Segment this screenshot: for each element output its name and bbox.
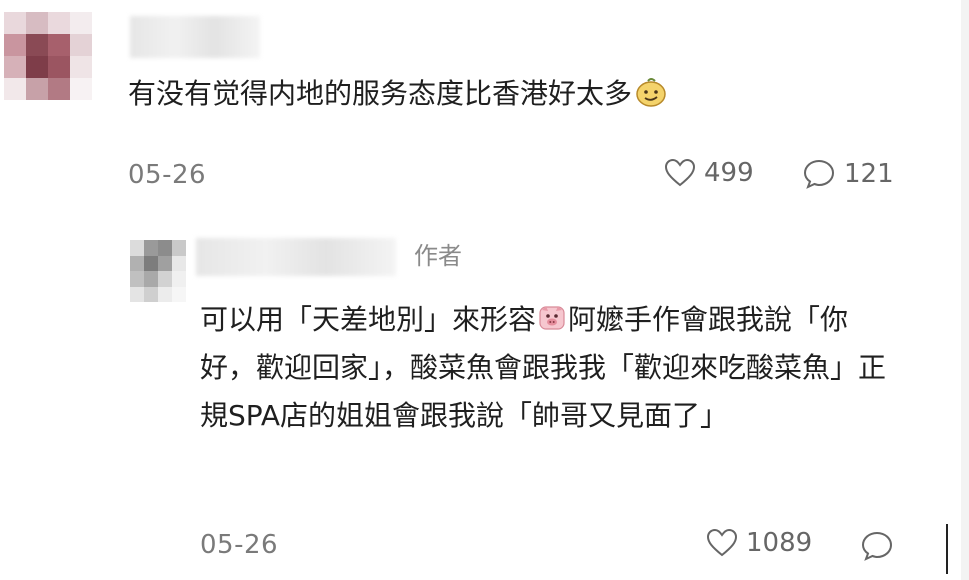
username-blurred[interactable] — [130, 16, 260, 58]
username-blurred[interactable] — [196, 238, 396, 276]
like-count: 499 — [704, 158, 754, 188]
scrollbar-thumb[interactable] — [946, 524, 948, 574]
smirking-face-emoji-icon — [636, 78, 666, 107]
reply-text: 可以用「天差地別」來形容 阿嬤手作會跟我說「你好，歡迎回家」，酸菜魚會跟我我「歡… — [200, 296, 900, 440]
comment-bubble-icon — [803, 159, 835, 189]
reply-body-part1: 可以用「天差地別」來形容 — [200, 303, 537, 336]
reply-button[interactable]: 121 — [802, 158, 894, 190]
reply-date: 05-26 — [200, 530, 279, 560]
avatar[interactable] — [130, 240, 186, 302]
comment-date: 05-26 — [128, 160, 207, 190]
avatar[interactable] — [4, 12, 92, 100]
heart-icon — [706, 528, 738, 557]
pig-face-emoji-icon — [539, 306, 565, 330]
comment-text: 有没有觉得内地的服务态度比香港好太多 — [128, 76, 668, 111]
reply-button[interactable] — [860, 530, 894, 562]
scroll-edge — [961, 0, 969, 580]
like-button[interactable]: 499 — [664, 158, 754, 188]
reply-count: 121 — [844, 159, 894, 189]
like-button[interactable]: 1089 — [706, 528, 812, 558]
comment-body: 有没有觉得内地的服务态度比香港好太多 — [128, 77, 633, 110]
like-count: 1089 — [746, 528, 813, 558]
author-tag: 作者 — [414, 242, 462, 270]
heart-icon — [664, 158, 696, 187]
comment-bubble-icon — [861, 531, 893, 561]
